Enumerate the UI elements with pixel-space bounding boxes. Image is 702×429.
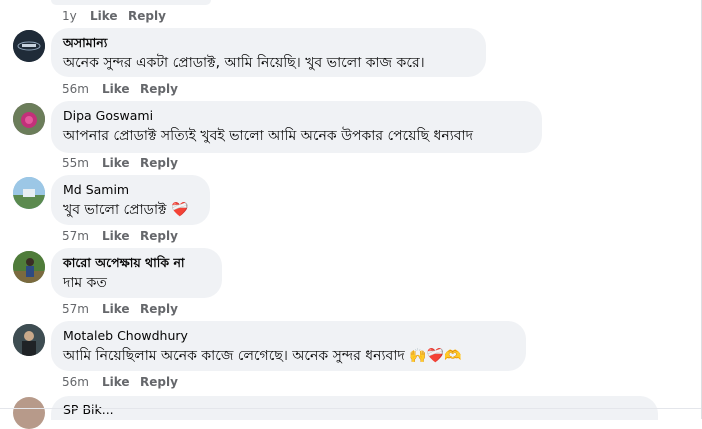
avatar[interactable] xyxy=(13,30,45,62)
avatar-image xyxy=(13,251,45,283)
comment-text: অনেক সুন্দর একটা প্রোডাক্ট, আমি নিয়েছি।… xyxy=(63,55,425,71)
avatar[interactable] xyxy=(13,324,45,356)
comment-time: 56m xyxy=(62,375,89,389)
hands-heart-emoji-icon: 🙌❤️‍🩹🫶 xyxy=(409,348,462,364)
comment-time: 56m xyxy=(62,82,89,96)
comment-time: 1y xyxy=(62,9,77,23)
comment-bubble: কারো অপেক্ষায় থাকি না দাম কত xyxy=(51,248,222,298)
reply-button[interactable]: Reply xyxy=(140,81,178,97)
comment-time: 57m xyxy=(62,302,89,316)
comment-bubble: Md Samim খুব ভালো প্রোডাক্ট ❤️‍🩹 xyxy=(51,175,210,225)
avatar[interactable] xyxy=(13,103,45,135)
comment-text: দাম কত xyxy=(63,275,107,291)
avatar[interactable] xyxy=(13,397,45,429)
reply-button[interactable]: Reply xyxy=(140,228,178,244)
comment-time: 57m xyxy=(62,229,89,243)
comment-text-body: আমি নিয়েছিলাম অনেক কাজে লেগেছে। অনেক সু… xyxy=(63,348,405,364)
content-bottom-border xyxy=(0,408,702,409)
like-button[interactable]: Like xyxy=(90,8,118,24)
avatar-image xyxy=(13,324,45,356)
like-button[interactable]: Like xyxy=(102,301,130,317)
reply-button[interactable]: Reply xyxy=(140,301,178,317)
comment-author[interactable]: Motaleb Chowdhury xyxy=(63,328,188,343)
avatar[interactable] xyxy=(13,251,45,283)
comment-text: আপনার প্রোডাক্ট সত্যিই খুবই ভালো আমি অনে… xyxy=(63,128,473,144)
previous-comment-bubble xyxy=(51,0,211,5)
like-button[interactable]: Like xyxy=(102,228,130,244)
avatar-image xyxy=(13,30,45,62)
comment-text-body: খুব ভালো প্রোডাক্ট xyxy=(63,202,167,218)
avatar-image xyxy=(13,177,45,209)
reply-button[interactable]: Reply xyxy=(140,374,178,390)
like-button[interactable]: Like xyxy=(102,374,130,390)
mending-heart-emoji-icon: ❤️‍🩹 xyxy=(170,202,189,218)
avatar-image xyxy=(13,103,45,135)
reply-button[interactable]: Reply xyxy=(128,8,166,24)
comment-text: আমি নিয়েছিলাম অনেক কাজে লেগেছে। অনেক সু… xyxy=(63,344,462,368)
comment-bubble: অসামান্য অনেক সুন্দর একটা প্রোডাক্ট, আমি… xyxy=(51,28,486,77)
comment-author[interactable]: Dipa Goswami xyxy=(63,108,153,123)
comment-author[interactable]: Md Samim xyxy=(63,182,129,197)
like-button[interactable]: Like xyxy=(102,155,130,171)
comment-text: খুব ভালো প্রোডাক্ট ❤️‍🩹 xyxy=(63,198,188,222)
comment-bubble: Motaleb Chowdhury আমি নিয়েছিলাম অনেক কা… xyxy=(51,321,526,371)
like-button[interactable]: Like xyxy=(102,81,130,97)
avatar[interactable] xyxy=(13,177,45,209)
comment-time: 55m xyxy=(62,156,89,170)
comment-author[interactable]: SP Bik... xyxy=(63,402,114,417)
reply-button[interactable]: Reply xyxy=(140,155,178,171)
comment-bubble: Dipa Goswami আপনার প্রোডাক্ট সত্যিই খুবই… xyxy=(51,101,542,153)
